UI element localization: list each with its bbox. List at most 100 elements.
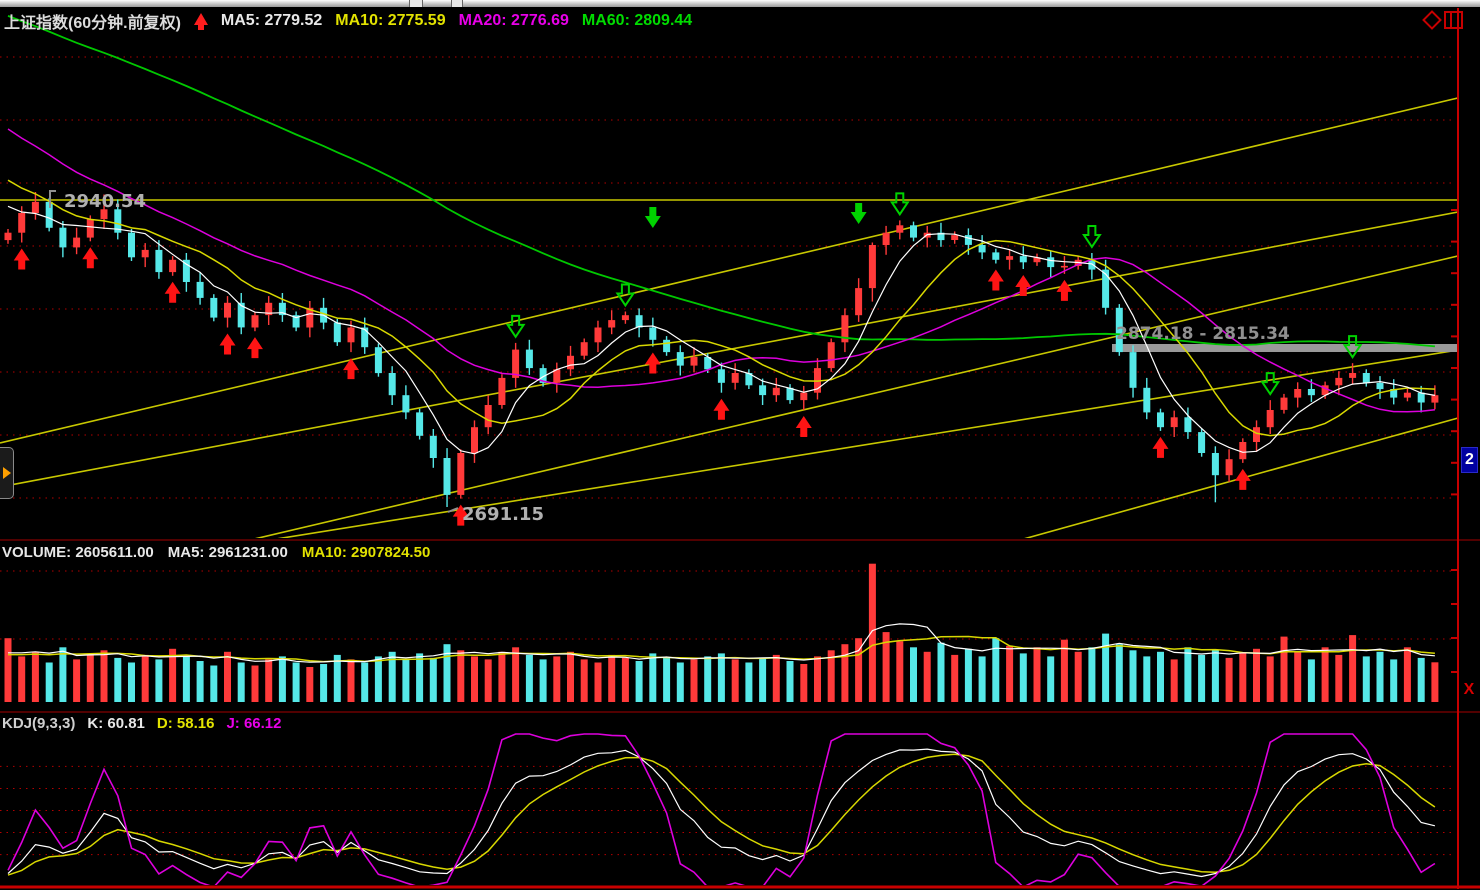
volume-bar — [732, 659, 739, 702]
volume-bar — [841, 644, 848, 702]
volume-bar — [457, 650, 464, 702]
volume-bar — [691, 659, 698, 702]
volume-bar — [1418, 658, 1425, 702]
kdj-name: KDJ(9,3,3) — [2, 715, 75, 732]
buy-arrow-icon — [14, 249, 30, 270]
volume-bar — [1322, 647, 1329, 702]
volume-bar — [526, 655, 533, 702]
volume-bar — [1377, 652, 1384, 702]
volume-bar — [512, 647, 519, 702]
candle-body — [1198, 432, 1205, 453]
candle-body — [361, 328, 368, 348]
ma60-value: MA60: 2809.44 — [582, 12, 692, 30]
volume-ma5-value: MA5: 2961231.00 — [168, 544, 288, 561]
buy-arrow-icon — [988, 269, 1004, 290]
volume-panel-header: VOLUME: 2605611.00 MA5: 2961231.00 MA10:… — [2, 544, 430, 561]
volume-bar — [1253, 649, 1260, 702]
volume-bar — [787, 661, 794, 702]
volume-bar — [1308, 659, 1315, 702]
candle-body — [718, 369, 725, 383]
volume-bar — [402, 659, 409, 702]
candle-body — [73, 238, 80, 248]
candle-body — [1308, 389, 1315, 395]
candle-body — [1212, 453, 1219, 475]
candle-body — [992, 252, 999, 259]
candle-body — [622, 315, 629, 320]
volume-bar — [293, 663, 300, 703]
candle-body — [608, 320, 615, 327]
candle-body — [485, 405, 492, 427]
candle-body — [1431, 395, 1438, 402]
up-arrow-icon — [194, 13, 208, 25]
candle-body — [334, 323, 341, 343]
volume-bar — [649, 653, 656, 702]
volume-bar — [595, 663, 602, 703]
volume-bar — [265, 659, 272, 702]
candle-body — [1102, 270, 1109, 308]
hline-price-label: 2940.54 — [64, 191, 146, 212]
kdj-k-line — [8, 749, 1435, 876]
candle-body — [1239, 442, 1246, 459]
buy-arrow-icon — [220, 333, 236, 354]
volume-bar — [910, 647, 917, 702]
buy-arrow-icon — [1152, 437, 1168, 458]
sell-arrow-icon — [645, 207, 661, 228]
trendlines[interactable] — [0, 98, 1458, 540]
volume-bar — [375, 656, 382, 702]
kdj-d-line — [8, 754, 1435, 875]
trade-signals — [14, 193, 1361, 525]
split-window-icon[interactable] — [1444, 11, 1463, 29]
candle-body — [128, 233, 135, 258]
buy-arrow-icon — [82, 247, 98, 268]
drawing-tool-badge[interactable]: 2 — [1461, 447, 1478, 473]
indicator-close-button[interactable]: X — [1461, 681, 1477, 699]
volume-bar — [745, 663, 752, 703]
volume-bar — [924, 652, 931, 702]
kdj-k-value: K: 60.81 — [87, 715, 145, 732]
volume-bar — [210, 666, 217, 703]
volume-bar — [951, 655, 958, 702]
candle-body — [1294, 389, 1301, 398]
candle-body — [896, 225, 903, 232]
candle-body — [1226, 459, 1233, 475]
volume-bar — [416, 653, 423, 702]
ma10-line — [8, 180, 1435, 435]
volume-bar — [348, 659, 355, 702]
volume-bar — [965, 649, 972, 702]
candle-body — [965, 235, 972, 245]
low-price-label: 2691.15 — [462, 504, 544, 525]
volume-bar — [581, 659, 588, 702]
volume-bar — [87, 653, 94, 702]
instrument-title: 上证指数(60分钟.前复权) — [4, 9, 181, 33]
volume-bar — [1130, 650, 1137, 702]
candle-body — [595, 328, 602, 343]
candle-body — [828, 342, 835, 368]
candle-body — [691, 357, 698, 366]
top-strip-notch — [409, 0, 423, 7]
candle-body — [1253, 427, 1260, 442]
candle-body — [910, 225, 917, 237]
candle-body — [389, 373, 396, 395]
candle-body — [567, 356, 574, 370]
chart-canvas[interactable]: 2940.542691.152874.18 - 2815.34 — [0, 0, 1480, 890]
volume-bar — [1034, 647, 1041, 702]
volume-bar — [101, 650, 108, 702]
candle-body — [869, 245, 876, 288]
buy-arrow-icon — [796, 416, 812, 437]
volume-bar — [1184, 647, 1191, 702]
split-window-bar — [1450, 13, 1452, 27]
ma10-value: MA10: 2775.59 — [335, 12, 445, 30]
volume-bar — [553, 656, 560, 702]
main-chart-header: 上证指数(60分钟.前复权) MA5: 2779.52 MA10: 2775.5… — [4, 9, 692, 33]
volume-bar — [1088, 647, 1095, 702]
volume-bar — [636, 661, 643, 702]
candle-body — [1404, 393, 1411, 398]
volume-bar — [1212, 650, 1219, 702]
candle-body — [1335, 378, 1342, 385]
volume-bar — [704, 656, 711, 702]
volume-bar — [46, 663, 53, 703]
flat-price-band[interactable] — [1112, 344, 1458, 352]
left-panel-expander[interactable] — [0, 447, 14, 499]
volume-bar — [142, 655, 149, 702]
candle-body — [1349, 373, 1356, 378]
